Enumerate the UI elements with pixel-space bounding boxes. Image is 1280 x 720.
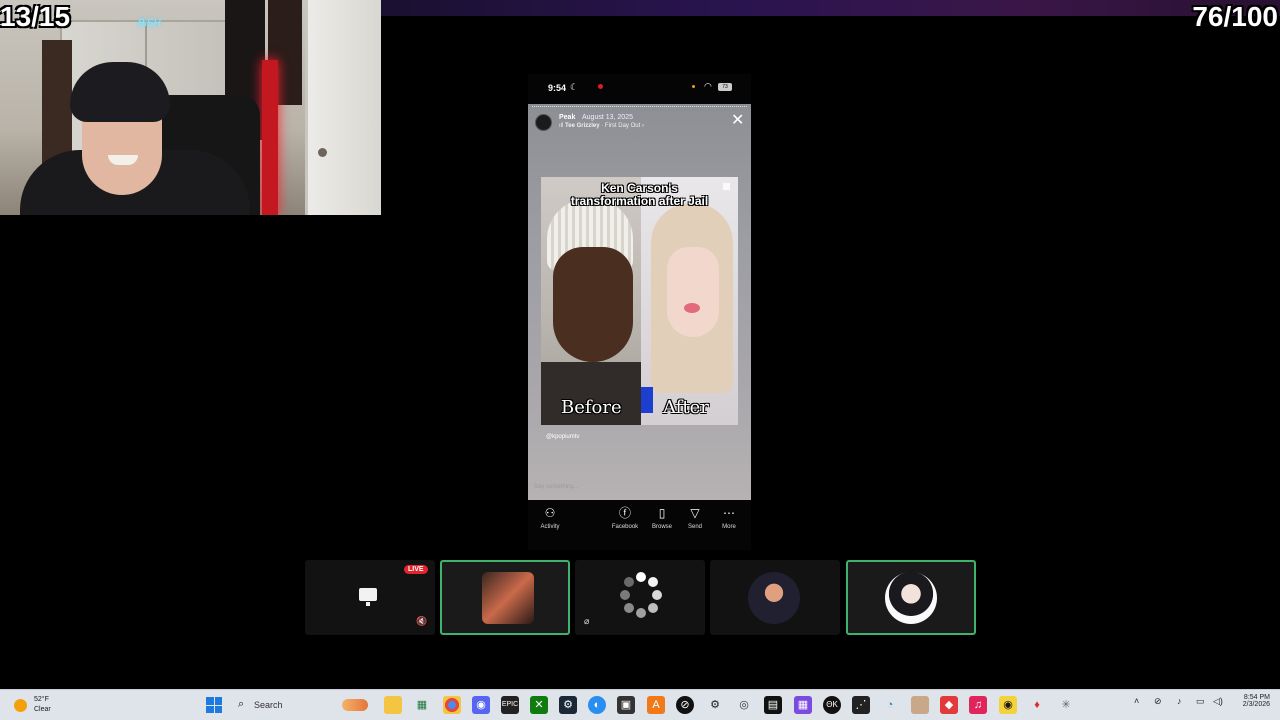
wifi-icon: ◠ (704, 81, 712, 91)
status-bar: 9:54 ☾ ◠ 73 (528, 74, 751, 102)
epic-games-icon[interactable]: EPIC (501, 696, 519, 714)
edge-icon[interactable]: ◔ (881, 696, 899, 714)
chevron-right-icon: › (641, 123, 644, 129)
people-icon: ⚇ (544, 506, 556, 520)
top-banner (381, 0, 1280, 16)
app-icon[interactable]: ⊘ (676, 696, 694, 714)
door (305, 0, 381, 215)
post-caption: Ken Carson's transformation after Jail (570, 181, 709, 208)
app-icon[interactable]: ✳ (1057, 696, 1075, 714)
app-icon[interactable]: ◐ (588, 696, 606, 714)
phone-mirror: 9:54 ☾ ◠ 73 Peak August 13, 2025 ıll Tee… (528, 74, 751, 550)
after-photo (667, 247, 719, 337)
chevron-up-icon[interactable]: ˄ (1134, 696, 1139, 706)
weather-widget[interactable]: 52°F Clear (14, 695, 74, 717)
before-photo (553, 247, 633, 362)
obs-icon[interactable]: ◎ (735, 696, 753, 714)
participant-tile[interactable]: ⌀ (575, 560, 705, 635)
app-icon[interactable] (911, 696, 929, 714)
participant-tile-screenshare[interactable]: LIVE 🔇 (305, 560, 435, 635)
led-light (262, 60, 278, 215)
participant-tile[interactable] (846, 560, 976, 635)
after-label: After (663, 397, 709, 418)
status-time: 9:54 (548, 83, 567, 93)
app-icon[interactable]: A (647, 696, 665, 714)
steam-icon[interactable]: ⚙ (559, 696, 577, 714)
network-icon[interactable]: ▭ (1196, 696, 1205, 707)
story-music[interactable]: ıll Tee Grizzley · First Day Out › (559, 123, 644, 129)
system-clock[interactable]: 8:54 PM 2/3/2026 (1230, 694, 1270, 708)
location-icon[interactable]: ♦ (1028, 696, 1046, 714)
screen-share-icon (359, 588, 377, 606)
minecraft-icon[interactable]: ▣ (617, 696, 635, 714)
discord-icon[interactable]: ◉ (472, 696, 490, 714)
chrome-icon[interactable] (443, 696, 461, 714)
search-icon: ⌕ (238, 698, 245, 710)
send-icon: ▽ (690, 506, 700, 520)
battery-icon: 73 (718, 83, 732, 91)
taskbar-search[interactable]: ⌕ Search (232, 695, 372, 716)
app-icon[interactable]: ▤ (764, 696, 782, 714)
app-icon[interactable]: ⋰ (852, 696, 870, 714)
activity-button[interactable]: ⚇ Activity (532, 506, 568, 530)
screen: BiSH 13/15 76/100 9:54 ☾ ◠ 73 Peak Augus… (0, 0, 1280, 720)
reply-input[interactable]: Say something... (534, 484, 579, 490)
mic-indicator (692, 85, 695, 88)
recording-indicator (598, 84, 603, 89)
music-icon[interactable]: ♫ (969, 696, 987, 714)
neon-sign: BiSH (138, 18, 161, 29)
file-explorer-icon[interactable] (384, 696, 402, 714)
xbox-icon[interactable]: ✕ (530, 696, 548, 714)
grid-app-icon[interactable]: ▦ (794, 696, 812, 714)
counter-left: 13/15 (0, 1, 71, 32)
music-bars-icon: ıll (559, 123, 564, 129)
microphone-icon[interactable]: ♪ (1177, 696, 1182, 706)
avatar (885, 572, 937, 624)
loading-spinner-icon (620, 572, 662, 618)
avatar[interactable] (535, 114, 552, 131)
moon-icon: ☾ (570, 82, 579, 92)
counter-right: 76/100 (1192, 1, 1278, 32)
story-date: August 13, 2025 (582, 114, 633, 121)
volume-icon[interactable]: ◁) (1213, 696, 1223, 707)
more-button[interactable]: ⋯ More (711, 506, 747, 530)
story-progress (532, 106, 747, 108)
app-icon[interactable]: ΘK (823, 696, 841, 714)
avatar (748, 572, 800, 624)
story-actions: ⚇ Activity ⓕ Facebook ▯ Browse ▽ Send ⋯ … (528, 506, 751, 540)
story-username[interactable]: Peak (559, 114, 575, 121)
story-viewer[interactable]: Peak August 13, 2025 ıll Tee Grizzley · … (528, 104, 751, 500)
sun-icon (14, 699, 27, 712)
settings-gear-icon[interactable]: ⚙ (706, 696, 724, 714)
participant-tile[interactable] (710, 560, 840, 635)
story-post-image: Ken Carson's transformation after Jail B… (541, 177, 738, 425)
browse-icon: ▯ (658, 506, 666, 520)
square-icon (723, 183, 730, 190)
close-icon[interactable]: ✕ (731, 113, 744, 129)
browse-button[interactable]: ▯ Browse (644, 506, 680, 530)
before-label: Before (561, 397, 622, 418)
send-button[interactable]: ▽ Send (677, 506, 713, 530)
music-track: · First Day Out (601, 123, 641, 129)
calendar-icon[interactable]: ▦ (413, 696, 431, 714)
music-artist: Tee Grizzley (565, 123, 600, 129)
door-knob (318, 148, 327, 157)
avatar (482, 572, 534, 624)
facebook-icon: ⓕ (618, 506, 631, 520)
taskbar: 52°F Clear ⌕ Search ▦ ◉ EPIC ✕ ⚙ ◐ ▣ A ⊘… (0, 689, 1280, 720)
windows-start-icon[interactable] (205, 696, 223, 714)
mic-muted-icon: ⌀ (584, 616, 590, 626)
speaker-muted-icon[interactable]: 🔇 (416, 616, 427, 627)
app-icon[interactable]: ◉ (999, 696, 1017, 714)
story-handle[interactable]: @kpopiumtv (546, 434, 579, 440)
notification-off-icon[interactable]: ⊘ (1154, 696, 1162, 707)
participant-tile[interactable] (440, 560, 570, 635)
facebook-button[interactable]: ⓕ Facebook (607, 506, 643, 530)
more-icon: ⋯ (723, 506, 735, 520)
live-badge: LIVE (404, 565, 428, 574)
search-highlight-icon (342, 699, 368, 711)
app-icon[interactable]: ◆ (940, 696, 958, 714)
